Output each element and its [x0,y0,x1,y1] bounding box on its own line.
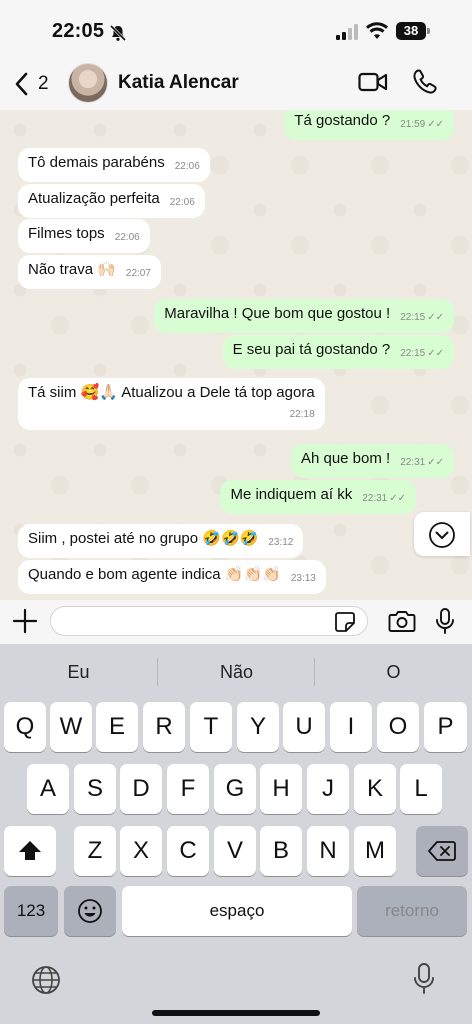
message-bubble[interactable]: Atualização perfeita 22:06 [18,184,205,218]
message-bubble[interactable]: Ah que bom ! 22:31 ✓✓ [290,444,454,478]
status-bar: 22:05 38 [0,0,472,62]
key-w[interactable]: W [50,702,92,752]
plus-icon[interactable] [12,608,38,634]
emoji-key[interactable] [64,886,116,936]
key-d[interactable]: D [120,764,162,814]
keyboard: Eu Não O Q W E R T Y U I O P A S D F G H… [0,644,472,1024]
key-p[interactable]: P [424,702,467,752]
key-h[interactable]: H [260,764,302,814]
status-time: 22:05 [52,20,105,42]
message-bubble[interactable]: Tô demais parabéns 22:06 [18,148,210,182]
key-q[interactable]: Q [4,702,46,752]
backspace-icon [428,841,456,861]
battery-level: 38 [396,22,426,40]
suggestion-bar: Eu Não O [0,644,472,700]
key-y[interactable]: Y [237,702,279,752]
shift-key[interactable] [4,826,56,876]
message-bubble[interactable]: E seu pai tá gostando ? 22:15 ✓✓ [222,335,454,369]
suggestion-3[interactable]: O [315,644,472,700]
message-bubble[interactable]: Não trava 🙌🏻 22:07 [18,255,161,289]
key-m[interactable]: M [354,826,396,876]
key-a[interactable]: A [27,764,69,814]
message-bubble[interactable]: Quando e bom agente indica 👏🏻👏🏻👏🏻 23:13 [18,560,326,594]
globe-icon[interactable] [30,964,62,996]
message-bubble[interactable]: Tá gostando ? 21:59 ✓✓ [284,110,454,140]
key-e[interactable]: E [96,702,138,752]
scroll-down-button[interactable] [414,512,470,556]
backspace-key[interactable] [416,826,468,876]
message-bubble[interactable]: Tá siim 🥰🙏🏻 Atualizou a Dele tá top agor… [18,378,325,430]
back-chevron-icon[interactable] [12,70,32,98]
wifi-icon [366,22,388,39]
key-u[interactable]: U [283,702,325,752]
bell-muted-icon [109,24,127,42]
key-k[interactable]: K [354,764,396,814]
dictation-microphone-icon[interactable] [412,962,436,996]
key-s[interactable]: S [74,764,116,814]
key-o[interactable]: O [377,702,419,752]
unread-count[interactable]: 2 [38,73,49,95]
avatar[interactable] [68,63,108,103]
key-n[interactable]: N [307,826,349,876]
read-check-icon: ✓✓ [389,493,406,504]
chat-header: 2 Katia Alencar [0,62,472,110]
key-r[interactable]: R [143,702,185,752]
message-bubble[interactable]: Me indiquem aí kk 22:31 ✓✓ [220,480,416,514]
key-i[interactable]: I [330,702,372,752]
camera-icon[interactable] [388,608,416,634]
read-check-icon: ✓✓ [427,312,444,323]
key-g[interactable]: G [214,764,256,814]
key-l[interactable]: L [400,764,442,814]
key-t[interactable]: T [190,702,232,752]
message-input[interactable] [50,606,368,636]
key-b[interactable]: B [260,826,302,876]
space-key[interactable]: espaço [122,886,352,936]
numbers-key[interactable]: 123 [4,886,58,936]
video-call-icon[interactable] [358,70,388,94]
read-check-icon: ✓✓ [427,119,444,130]
message-bubble[interactable]: Siim , postei até no grupo 🤣🤣🤣 23:12 [18,524,304,558]
key-x[interactable]: X [120,826,162,876]
phone-call-icon[interactable] [412,68,438,96]
suggestion-1[interactable]: Eu [0,644,157,700]
message-bubble[interactable]: Filmes tops 22:06 [18,219,150,253]
message-bubble[interactable]: Maravilha ! Que bom que gostou ! 22:15 ✓✓ [154,299,454,333]
key-v[interactable]: V [214,826,256,876]
home-indicator[interactable] [152,1010,320,1016]
cellular-signal-icon [336,24,358,40]
chevron-down-circle-icon [429,522,455,548]
read-check-icon: ✓✓ [427,457,444,468]
key-c[interactable]: C [167,826,209,876]
chat-area[interactable]: Tá gostando ? 21:59 ✓✓ Tô demais parabéns 2… [0,110,472,600]
sticker-icon[interactable] [334,611,356,633]
battery-icon: 38 [396,22,430,40]
key-z[interactable]: Z [74,826,116,876]
key-f[interactable]: F [167,764,209,814]
read-check-icon: ✓✓ [427,348,444,359]
contact-name[interactable]: Katia Alencar [118,72,239,94]
key-j[interactable]: J [307,764,349,814]
microphone-icon[interactable] [434,607,456,635]
suggestion-2[interactable]: Não [158,644,315,700]
composer-bar [0,600,472,644]
shift-icon [19,841,41,860]
return-key[interactable]: retorno [357,886,467,936]
emoji-icon [78,899,102,923]
